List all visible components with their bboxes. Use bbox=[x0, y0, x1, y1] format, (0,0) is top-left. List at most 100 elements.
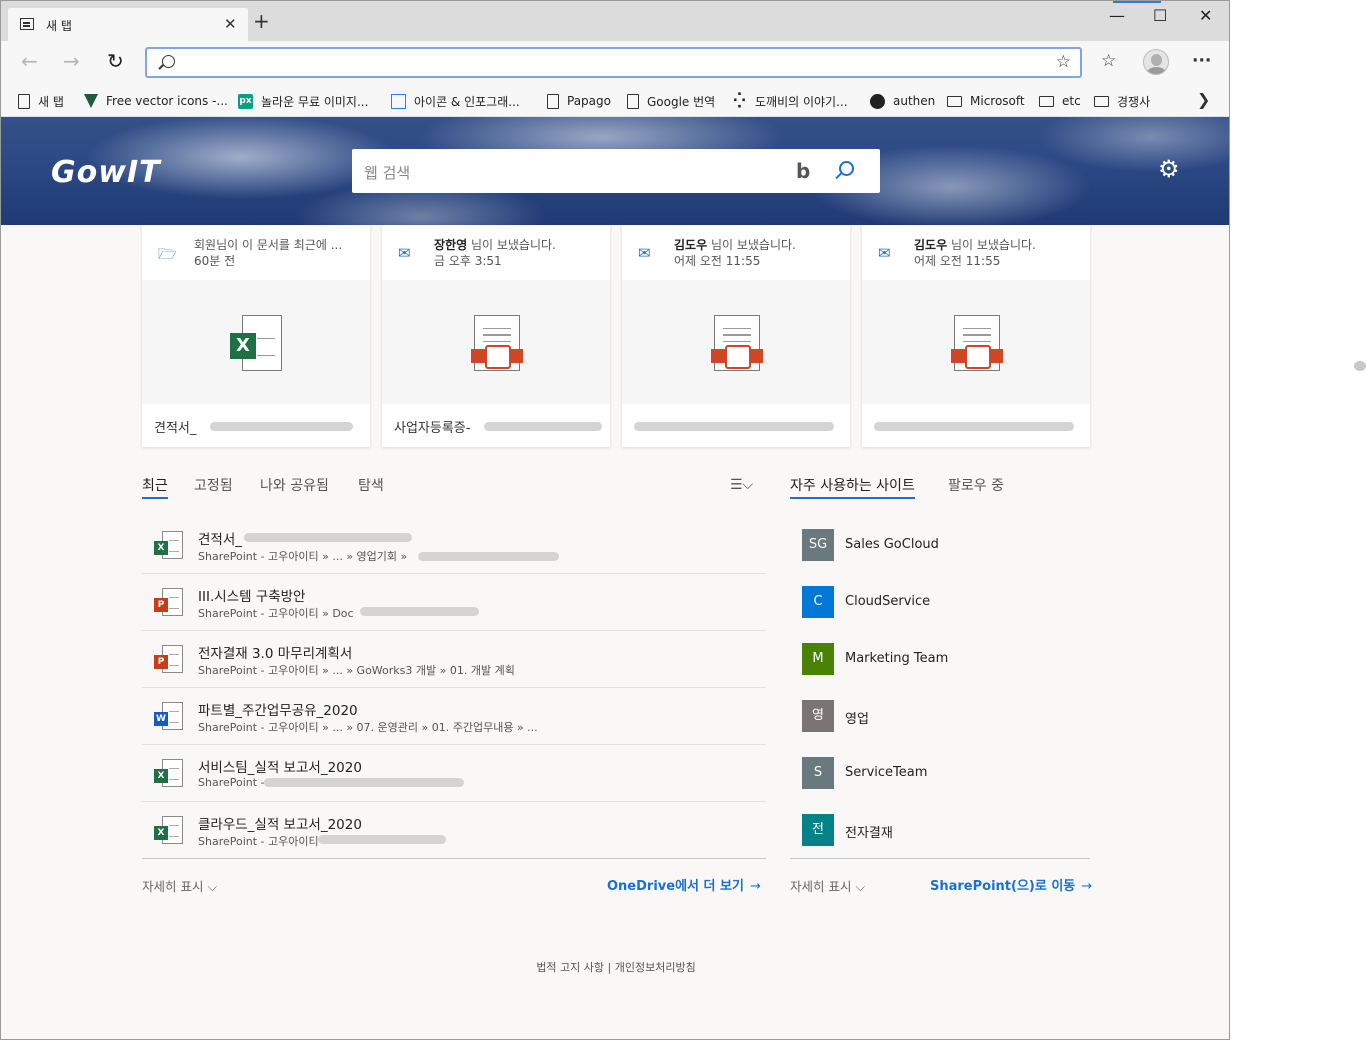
powerpoint-file-icon: P bbox=[154, 588, 184, 618]
browser-tab[interactable]: 새 탭 ✕ bbox=[8, 8, 248, 41]
site-tile: M bbox=[802, 643, 834, 675]
maximize-button[interactable]: ☐ bbox=[1153, 6, 1167, 25]
tab-discover[interactable]: 탐색 bbox=[358, 475, 384, 495]
web-search-input[interactable]: 웹 검색 bbox=[364, 162, 410, 183]
tab-pinned[interactable]: 고정됨 bbox=[194, 475, 233, 495]
close-window-button[interactable]: ✕ bbox=[1199, 6, 1212, 25]
site-item[interactable]: 전 전자결재 bbox=[790, 802, 1090, 859]
flaticon-icon bbox=[84, 94, 98, 108]
file-title: 전자결재 3.0 마무리계획서 bbox=[198, 646, 353, 662]
add-favorite-star-icon[interactable]: ☆ bbox=[1056, 52, 1071, 72]
favorite-label: Papago bbox=[567, 94, 611, 108]
redacted-text bbox=[874, 422, 1074, 431]
favorite-label: authen bbox=[893, 94, 936, 108]
site-item[interactable]: 영 영업 bbox=[790, 688, 1090, 745]
tab-recent[interactable]: 최근 bbox=[142, 475, 168, 499]
tab-frequent-sites[interactable]: 자주 사용하는 사이트 bbox=[790, 475, 915, 499]
file-row[interactable]: X 클라우드_실적 보고서_2020 SharePoint - 고우아이티 bbox=[142, 802, 766, 859]
tab-following[interactable]: 팔로우 중 bbox=[948, 475, 1004, 495]
back-button[interactable]: ← bbox=[21, 51, 38, 71]
file-path: SharePoint - 고우아이티 » ... » 07. 운영관리 » 01… bbox=[198, 721, 538, 734]
word-file-icon: W bbox=[154, 702, 184, 732]
show-more-files-button[interactable]: 자세히 표시 ⌵ bbox=[142, 876, 217, 895]
arrow-right-icon: → bbox=[749, 879, 761, 894]
favorite-label: etc bbox=[1062, 94, 1081, 108]
redacted-text bbox=[264, 778, 464, 787]
file-path: SharePoint - 고우아이티 » ... » 영업기회 » bbox=[198, 550, 408, 563]
page-icon bbox=[547, 93, 559, 109]
favorite-item[interactable]: Free vector icons -... bbox=[84, 91, 228, 111]
favorite-item[interactable]: Google 번역 bbox=[627, 91, 715, 111]
window-accent-line bbox=[1113, 1, 1161, 3]
profile-avatar[interactable] bbox=[1143, 49, 1169, 75]
file-path: SharePoint - 고우아이티 » Doc bbox=[198, 607, 354, 620]
file-row[interactable]: W 파트별_주간업무공유_2020 SharePoint - 고우아이티 » .… bbox=[142, 688, 766, 745]
onedrive-more-link[interactable]: OneDrive에서 더 보기 → bbox=[607, 875, 761, 894]
search-icon[interactable] bbox=[839, 161, 854, 176]
recent-document-card[interactable]: ✉ 장한영 님이 보냈습니다. 금 오후 3:51 사업자등록증- bbox=[382, 225, 610, 447]
card-time: 금 오후 3:51 bbox=[434, 254, 502, 268]
tab-title: 새 탭 bbox=[46, 19, 72, 33]
card-thumbnail: X bbox=[142, 280, 370, 404]
favorites-list-icon[interactable]: ☆ bbox=[1101, 51, 1116, 71]
sharepoint-link[interactable]: SharePoint(으)로 이동 → bbox=[930, 875, 1092, 894]
page-icon bbox=[627, 93, 639, 109]
file-path: SharePoint - 고우아이티 bbox=[198, 835, 319, 848]
legal-footer[interactable]: 법적 고지 사항 | 개인정보처리방침 bbox=[1, 959, 1229, 975]
favorite-item[interactable]: px 놀라운 무료 이미지... bbox=[238, 91, 368, 111]
card-activity: 장한영 님이 보냈습니다. bbox=[434, 238, 556, 252]
favorite-label: 도깨비의 이야기... bbox=[755, 94, 848, 109]
more-menu-button[interactable]: ··· bbox=[1192, 51, 1211, 71]
minimize-button[interactable]: — bbox=[1109, 6, 1125, 25]
favorites-bar: 새 탭 Free vector icons -... px 놀라운 무료 이미지.… bbox=[1, 85, 1229, 117]
tab-shared-with-me[interactable]: 나와 공유됨 bbox=[260, 475, 329, 495]
close-tab-icon[interactable]: ✕ bbox=[224, 15, 237, 33]
address-bar[interactable]: ☆ bbox=[145, 47, 1082, 78]
site-item[interactable]: SG Sales GoCloud bbox=[790, 517, 1090, 574]
site-item[interactable]: M Marketing Team bbox=[790, 631, 1090, 688]
favorite-item[interactable]: Papago bbox=[547, 91, 611, 111]
favorite-item[interactable]: ⁛ 도깨비의 이야기... bbox=[732, 91, 848, 111]
desktop-dot bbox=[1354, 361, 1366, 371]
pexels-icon: px bbox=[238, 93, 253, 109]
favorite-label: 경쟁사 bbox=[1117, 94, 1151, 109]
site-item[interactable]: S ServiceTeam bbox=[790, 745, 1090, 802]
favorite-label: Google 번역 bbox=[647, 94, 716, 109]
redacted-text bbox=[210, 422, 353, 431]
favorite-item[interactable]: 경쟁사 bbox=[1094, 91, 1150, 111]
dots-icon: ⁛ bbox=[733, 92, 746, 109]
favorite-item[interactable]: authen bbox=[870, 91, 935, 111]
redacted-text bbox=[484, 422, 602, 431]
show-more-sites-button[interactable]: 자세히 표시 ⌵ bbox=[790, 876, 865, 895]
site-name: 영업 bbox=[845, 712, 869, 727]
file-row[interactable]: X 견적서_ SharePoint - 고우아이티 » ... » 영업기회 » bbox=[142, 517, 766, 574]
excel-file-icon: X bbox=[154, 531, 184, 561]
recent-document-card[interactable]: ✉ 김도우 님이 보냈습니다. 어제 오전 11:55 bbox=[862, 225, 1090, 447]
mail-icon: ✉ bbox=[638, 244, 651, 262]
favorite-item[interactable]: 새 탭 bbox=[18, 91, 64, 111]
recent-document-card[interactable]: ✉ 김도우 님이 보냈습니다. 어제 오전 11:55 bbox=[622, 225, 850, 447]
mail-icon: ✉ bbox=[398, 244, 411, 262]
pdf-file-icon bbox=[711, 315, 763, 371]
favorite-item[interactable]: etc bbox=[1039, 91, 1081, 111]
recent-document-card[interactable]: 🗁 회원님이 이 문서를 최근에 ... 60분 전 X 견적서_ bbox=[142, 225, 370, 447]
file-row[interactable]: P 전자결재 3.0 마무리계획서 SharePoint - 고우아이티 » .… bbox=[142, 631, 766, 688]
file-row[interactable]: X 서비스팀_실적 보고서_2020 SharePoint - bbox=[142, 745, 766, 802]
site-tile: 전 bbox=[802, 814, 834, 846]
forward-button[interactable]: → bbox=[63, 51, 80, 71]
file-row[interactable]: P III.시스템 구축방안 SharePoint - 고우아이티 » Doc bbox=[142, 574, 766, 631]
new-tab-button[interactable]: + bbox=[253, 11, 270, 31]
site-item[interactable]: C CloudService bbox=[790, 574, 1090, 631]
sort-filter-button[interactable]: ☰⌵ bbox=[730, 477, 753, 493]
refresh-button[interactable]: ↻ bbox=[107, 51, 124, 71]
file-title: 견적서_ bbox=[198, 532, 243, 548]
favorite-item[interactable]: 아이콘 & 인포그래... bbox=[391, 91, 520, 111]
web-search-box[interactable]: 웹 검색 b bbox=[352, 149, 880, 193]
recent-files-list: X 견적서_ SharePoint - 고우아이티 » ... » 영업기회 »… bbox=[142, 517, 766, 859]
site-name: Marketing Team bbox=[845, 651, 949, 666]
bing-icon: b bbox=[796, 159, 811, 183]
chevron-right-icon[interactable]: ❯ bbox=[1197, 90, 1210, 109]
favorite-item[interactable]: Microsoft bbox=[947, 91, 1025, 111]
gear-icon[interactable]: ⚙ bbox=[1158, 155, 1180, 183]
github-icon bbox=[870, 93, 885, 109]
